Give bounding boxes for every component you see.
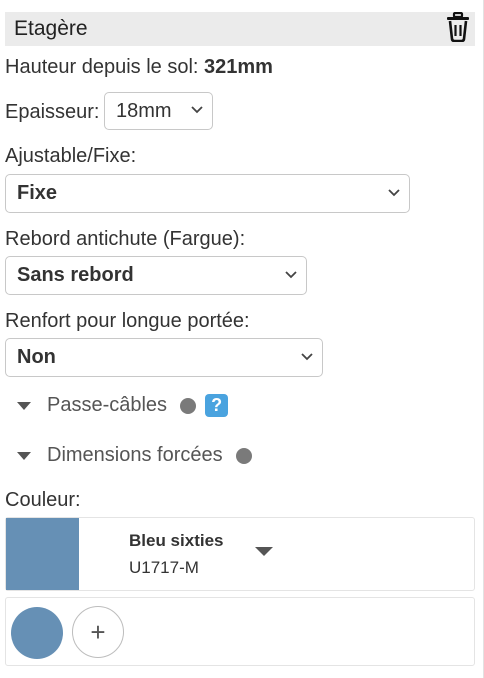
chevron-down-icon bbox=[285, 270, 297, 278]
caret-down-icon[interactable] bbox=[255, 547, 273, 556]
thickness-value: 18mm bbox=[116, 99, 172, 122]
lip-select[interactable]: Sans rebord bbox=[5, 256, 307, 295]
status-dot-icon bbox=[235, 447, 252, 464]
mount-select[interactable]: Fixe bbox=[5, 174, 410, 213]
color-chips: + bbox=[5, 597, 475, 666]
height-label: Hauteur depuis le sol: bbox=[5, 56, 199, 78]
cable-pass-label: Passe-câbles bbox=[47, 394, 168, 416]
help-icon[interactable]: ? bbox=[205, 394, 229, 417]
reinforcement-value: Non bbox=[17, 346, 56, 368]
chevron-down-icon bbox=[388, 188, 400, 196]
trash-icon[interactable] bbox=[444, 11, 472, 43]
cable-pass-section[interactable]: Passe-câbles ? bbox=[17, 394, 229, 417]
add-color-button[interactable]: + bbox=[72, 606, 124, 658]
thickness-label: Epaisseur: bbox=[5, 101, 100, 123]
forced-dimensions-section[interactable]: Dimensions forcées bbox=[17, 444, 252, 467]
height-row: Hauteur depuis le sol: 321mm bbox=[5, 56, 273, 79]
lip-value: Sans rebord bbox=[17, 264, 134, 286]
color-selector[interactable]: Bleu sixties U1717-M bbox=[5, 517, 475, 591]
color-chip-selected[interactable] bbox=[11, 607, 63, 659]
color-label: Couleur: bbox=[5, 489, 81, 511]
reinforcement-select[interactable]: Non bbox=[5, 338, 323, 377]
panel-title: Etagère bbox=[14, 17, 88, 40]
color-swatch bbox=[6, 518, 79, 590]
mount-label: Ajustable/Fixe: bbox=[5, 145, 137, 167]
reinforcement-label: Renfort pour longue portée: bbox=[5, 310, 250, 332]
height-value: 321mm bbox=[204, 56, 273, 78]
lip-label: Rebord antichute (Fargue): bbox=[5, 228, 246, 250]
mount-value: Fixe bbox=[17, 182, 58, 204]
color-code: U1717-M bbox=[129, 558, 199, 577]
chevron-down-icon bbox=[191, 106, 203, 114]
color-name: Bleu sixties bbox=[129, 531, 224, 550]
panel-header: Etagère bbox=[5, 11, 475, 46]
shelf-properties-panel: Etagère Hauteur depuis le sol: 321mm Epa… bbox=[0, 0, 484, 678]
collapse-triangle-icon[interactable] bbox=[17, 451, 31, 460]
thickness-select[interactable]: 18mm bbox=[104, 92, 213, 130]
status-dot-icon bbox=[180, 397, 197, 414]
chevron-down-icon bbox=[301, 352, 313, 360]
collapse-triangle-icon[interactable] bbox=[17, 401, 31, 410]
forced-dimensions-label: Dimensions forcées bbox=[47, 444, 223, 466]
